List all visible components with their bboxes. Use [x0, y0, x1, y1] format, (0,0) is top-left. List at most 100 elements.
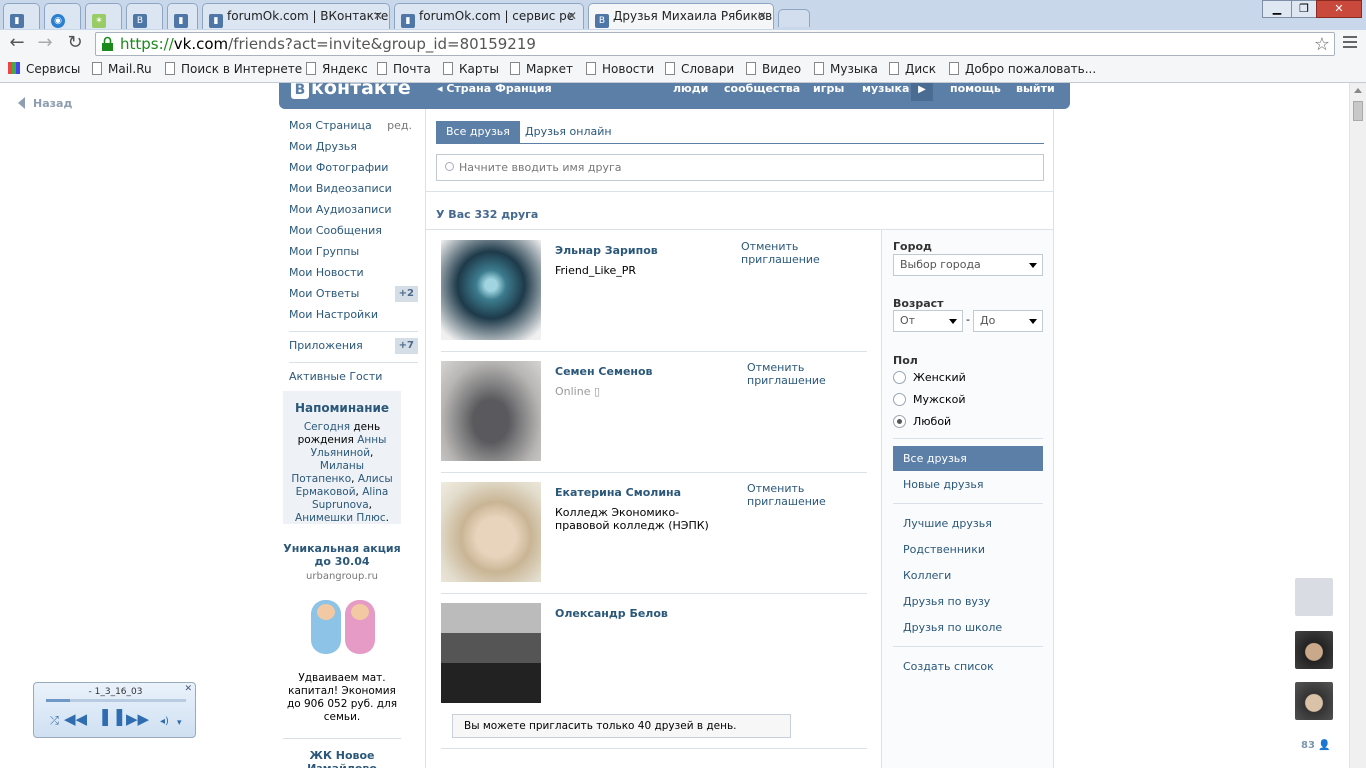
volume-icon[interactable]: ◂) [160, 714, 169, 730]
tab-friends-online[interactable]: Друзья онлайн [515, 121, 622, 143]
back-arrow-icon[interactable]: ← [6, 32, 28, 54]
bookmark-star-icon[interactable]: ☆ [1314, 34, 1330, 55]
bookmark-item[interactable]: Почта [377, 62, 431, 76]
header-link-people[interactable]: люди [673, 83, 708, 95]
browser-tab[interactable]: В [126, 3, 163, 29]
browser-tab[interactable]: ▮ [167, 3, 198, 29]
menu-my-friends[interactable]: Мои Друзья [283, 136, 418, 157]
header-link-help[interactable]: помощь [950, 83, 1001, 95]
browser-tab-active[interactable]: В Друзья Михаила Рябиков ✕ [588, 3, 774, 29]
scroll-up-icon[interactable] [1354, 88, 1362, 93]
bookmark-item[interactable]: Яндекс [306, 62, 368, 76]
bookmark-item[interactable]: Диск [889, 62, 936, 76]
next-icon[interactable]: ▶▶ [126, 711, 149, 727]
header-link-logout[interactable]: выйти [1016, 83, 1055, 95]
list-school-friends[interactable]: Друзья по школе [893, 615, 1043, 640]
pause-icon[interactable]: ❚❚ [98, 709, 127, 726]
dog-mascot-icon[interactable] [1295, 578, 1333, 616]
menu-my-messages[interactable]: Мои Сообщения [283, 220, 418, 241]
close-window-button[interactable]: ✕ [1316, 0, 1362, 18]
header-more-arrow-icon[interactable]: ▶ [911, 83, 933, 101]
menu-my-videos[interactable]: Мои Видеозаписи [283, 178, 418, 199]
header-link-games[interactable]: игры [813, 83, 844, 95]
close-icon[interactable]: ✕ [567, 4, 577, 28]
vk-logo[interactable]: Вконтакте [291, 83, 411, 99]
ad-title[interactable]: Уникальная акция до 30.04 [283, 542, 401, 568]
close-icon[interactable]: ✕ [757, 4, 767, 28]
avatar[interactable] [441, 361, 541, 461]
bookmark-item[interactable]: Поиск в Интернете [165, 62, 302, 76]
bookmark-item[interactable]: Карты [443, 62, 499, 76]
friend-name[interactable]: Эльнар Зарипов [555, 244, 658, 257]
friend-name[interactable]: Олександр Белов [555, 607, 668, 620]
page-scrollbar[interactable] [1349, 83, 1366, 768]
browser-tab[interactable]: ▮ forumOk.com | ВКонтакте ✕ [202, 3, 390, 29]
list-best-friends[interactable]: Лучшие друзья [893, 511, 1043, 536]
menu-my-groups[interactable]: Мои Группы [283, 241, 418, 262]
bookmark-item[interactable]: Музыка [814, 62, 878, 76]
bookmark-item[interactable]: Видео [746, 62, 801, 76]
tab-all-friends[interactable]: Все друзья [436, 121, 520, 143]
avatar[interactable] [1295, 682, 1333, 720]
bookmark-apps[interactable]: Сервисы [8, 62, 80, 76]
filter-new-friends[interactable]: Новые друзья [893, 472, 1043, 497]
audio-player-widget[interactable]: - 1_3_16_03 ✕ ⤮ ◀◀ ❚❚ ▶▶ ◂) ▾ [33, 682, 196, 738]
new-tab-button[interactable] [778, 9, 810, 27]
ad-image[interactable] [307, 600, 377, 660]
city-select[interactable]: Выбор города [893, 254, 1043, 276]
menu-icon[interactable] [1343, 36, 1357, 50]
cancel-invite-link[interactable]: Отменить приглашение [747, 482, 827, 508]
radio-female[interactable]: Женский [893, 371, 966, 385]
maximize-button[interactable]: ❐ [1291, 0, 1317, 18]
ad-block[interactable]: Уникальная акция до 30.04 urbangroup.ru … [283, 542, 401, 768]
back-link[interactable]: Назад [18, 97, 72, 110]
forward-arrow-icon[interactable]: → [34, 32, 56, 54]
avatar[interactable] [441, 603, 541, 703]
browser-tab[interactable]: ▮ [3, 3, 40, 29]
avatar[interactable] [1295, 631, 1333, 669]
friend-search-input[interactable]: Начните вводить имя друга [436, 154, 1044, 181]
track-progress-bar[interactable] [46, 699, 186, 702]
browser-tab[interactable]: ✶ [85, 3, 122, 29]
list-colleagues[interactable]: Коллеги [893, 563, 1043, 588]
reload-icon[interactable]: ↻ [64, 32, 86, 54]
close-icon[interactable]: ✕ [184, 684, 192, 694]
country-link[interactable]: ◂ Страна Франция [437, 83, 552, 95]
chevron-down-icon[interactable]: ▾ [177, 715, 182, 731]
menu-my-page[interactable]: Моя Страница ред. [283, 115, 418, 136]
radio-male[interactable]: Мужской [893, 393, 965, 407]
birthday-link[interactable]: Анимешки Плюс [295, 512, 386, 524]
minimize-button[interactable]: ▁ [1262, 0, 1292, 18]
bookmark-item[interactable]: Маркет [510, 62, 573, 76]
friend-name[interactable]: Екатерина Смолина [555, 486, 681, 499]
create-list-link[interactable]: Создать список [893, 654, 1043, 679]
cancel-invite-link[interactable]: Отменить приглашение [747, 361, 827, 387]
menu-my-settings[interactable]: Мои Настройки [283, 304, 418, 325]
header-link-communities[interactable]: сообщества [724, 83, 800, 95]
list-university-friends[interactable]: Друзья по вузу [893, 589, 1043, 614]
friends-online-count[interactable]: 83 👤 [1301, 740, 1331, 751]
ad-title-2[interactable]: ЖК Новое Измайлово [283, 749, 401, 768]
avatar[interactable] [441, 240, 541, 340]
browser-tab[interactable]: ▮ forumOk.com | сервис ре ✕ [394, 3, 584, 29]
menu-my-answers[interactable]: Мои Ответы +2 [283, 283, 418, 304]
browser-tab[interactable]: ◉ [44, 3, 81, 29]
menu-my-photos[interactable]: Мои Фотографии [283, 157, 418, 178]
shuffle-icon[interactable]: ⤮ [50, 713, 59, 729]
filter-all-friends[interactable]: Все друзья [893, 446, 1043, 471]
menu-active-guests[interactable]: Активные Гости [283, 366, 418, 387]
address-bar[interactable]: https://vk.com/friends?act=invite&group_… [95, 32, 1335, 56]
cancel-invite-link[interactable]: Отменить приглашение [741, 240, 867, 266]
bookmark-item[interactable]: Новости [586, 62, 654, 76]
bookmark-item[interactable]: Словари [665, 62, 734, 76]
bookmark-item[interactable]: Добро пожаловать... [949, 62, 1096, 76]
birthday-link[interactable]: Миланы Потапенко [291, 460, 364, 485]
avatar[interactable] [441, 482, 541, 582]
menu-apps[interactable]: Приложения +7 [283, 335, 418, 356]
menu-my-news[interactable]: Мои Новости [283, 262, 418, 283]
close-icon[interactable]: ✕ [373, 4, 383, 28]
menu-my-audio[interactable]: Мои Аудиозаписи [283, 199, 418, 220]
edit-link[interactable]: ред. [387, 115, 412, 136]
header-link-music[interactable]: музыка [862, 83, 909, 95]
age-from-select[interactable]: От [893, 310, 963, 332]
